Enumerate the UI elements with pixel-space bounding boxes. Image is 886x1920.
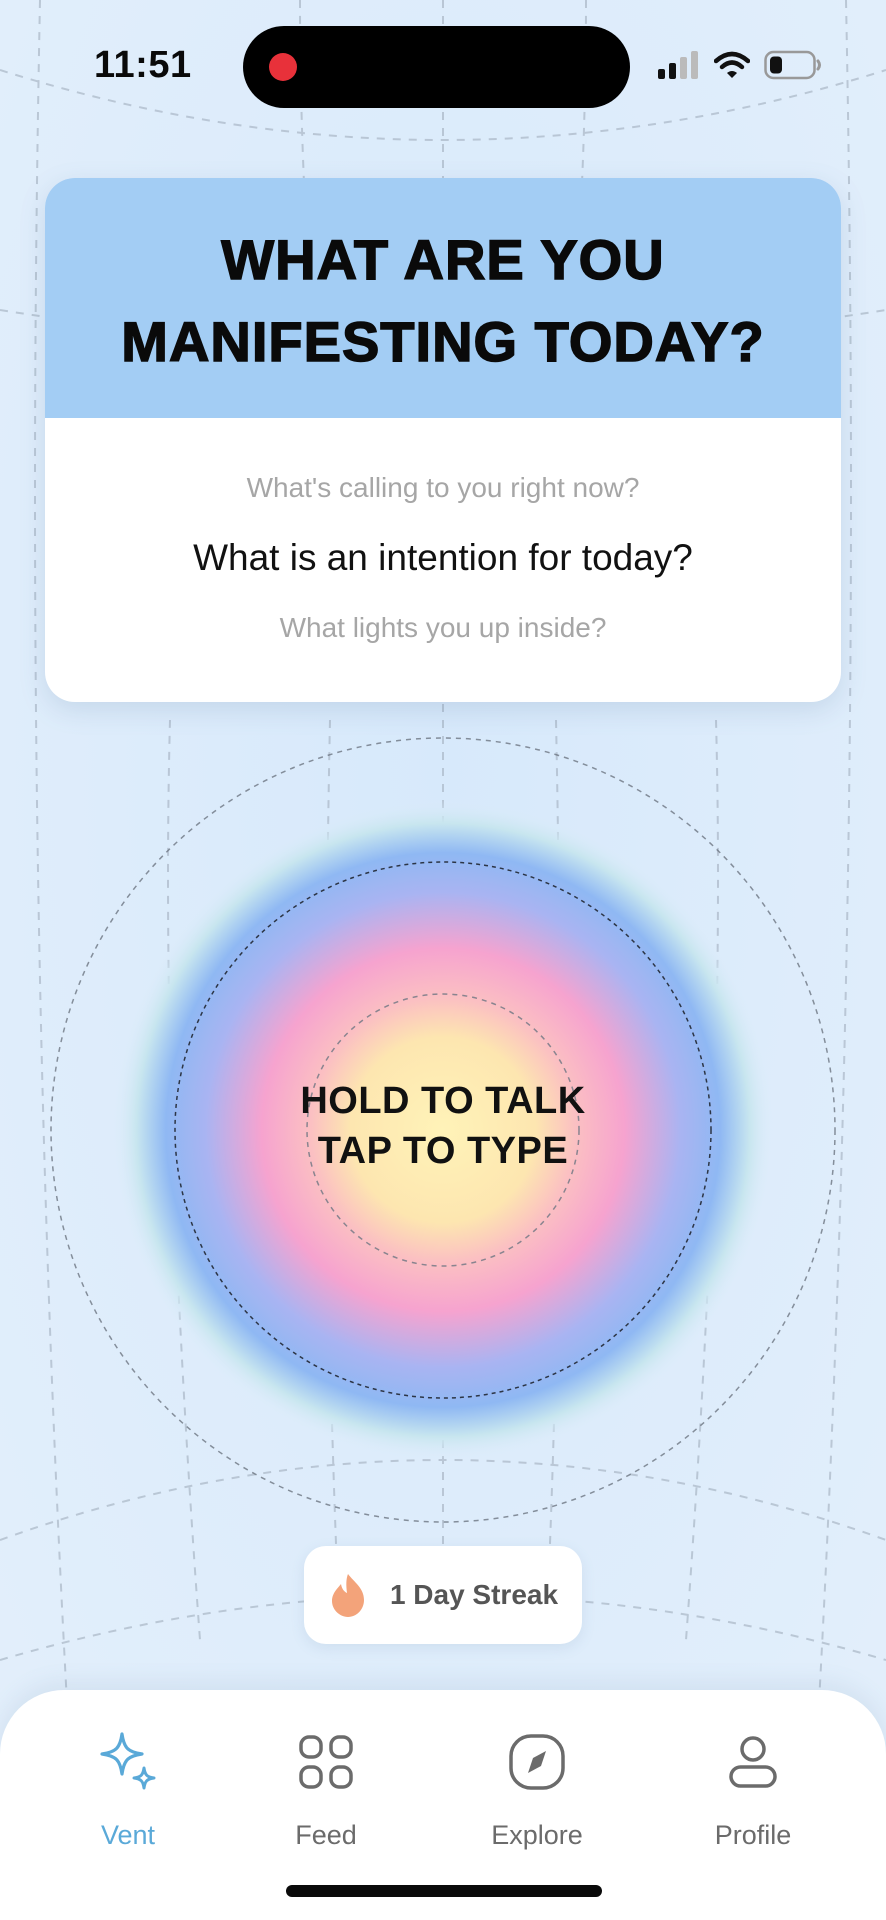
tab-profile-label: Profile — [714, 1820, 792, 1850]
orb-line-1: HOLD TO TALK — [300, 1080, 586, 1122]
title-line-2: MANIFESTING TODAY? — [121, 309, 765, 374]
compass-icon — [509, 1734, 565, 1790]
page-title: WHAT ARE YOU MANIFESTING TODAY? — [121, 213, 765, 383]
sparkle-icon — [100, 1732, 156, 1790]
tab-vent-label: Vent — [100, 1820, 156, 1850]
prompt-previous[interactable]: What's calling to you right now? — [45, 466, 841, 510]
prompt-card[interactable]: WHAT ARE YOU MANIFESTING TODAY? What's c… — [45, 178, 841, 702]
tab-explore-label: Explore — [491, 1820, 583, 1850]
recording-indicator-icon — [269, 53, 297, 81]
home-indicator[interactable] — [286, 1885, 602, 1897]
wifi-icon — [714, 51, 750, 78]
tab-feed[interactable]: Feed — [236, 1726, 416, 1851]
tab-feed-label: Feed — [295, 1820, 357, 1850]
cellular-signal-icon — [658, 51, 698, 79]
prompt-next[interactable]: What lights you up inside? — [45, 606, 841, 650]
grid-icon — [299, 1735, 353, 1789]
battery-icon — [764, 50, 821, 80]
streak-label: 1 Day Streak — [389, 1579, 559, 1610]
hold-to-talk-button[interactable]: HOLD TO TALK TAP TO TYPE — [243, 1076, 643, 1176]
tab-profile[interactable]: Profile — [663, 1726, 843, 1851]
prompt-carousel[interactable]: What's calling to you right now? What is… — [45, 418, 841, 650]
dynamic-island — [243, 26, 630, 108]
person-icon — [729, 1736, 777, 1788]
prompt-current[interactable]: What is an intention for today? — [45, 510, 841, 606]
tab-vent[interactable]: Vent — [38, 1726, 218, 1851]
orb-line-2: TAP TO TYPE — [317, 1130, 569, 1172]
title-line-1: WHAT ARE YOU — [221, 227, 665, 292]
streak-badge[interactable]: 1 Day Streak — [304, 1546, 582, 1644]
status-time: 11:51 — [94, 44, 192, 86]
status-icons — [658, 50, 822, 80]
tab-explore[interactable]: Explore — [447, 1726, 627, 1851]
flame-icon — [331, 1574, 364, 1617]
card-header: WHAT ARE YOU MANIFESTING TODAY? — [45, 178, 841, 418]
